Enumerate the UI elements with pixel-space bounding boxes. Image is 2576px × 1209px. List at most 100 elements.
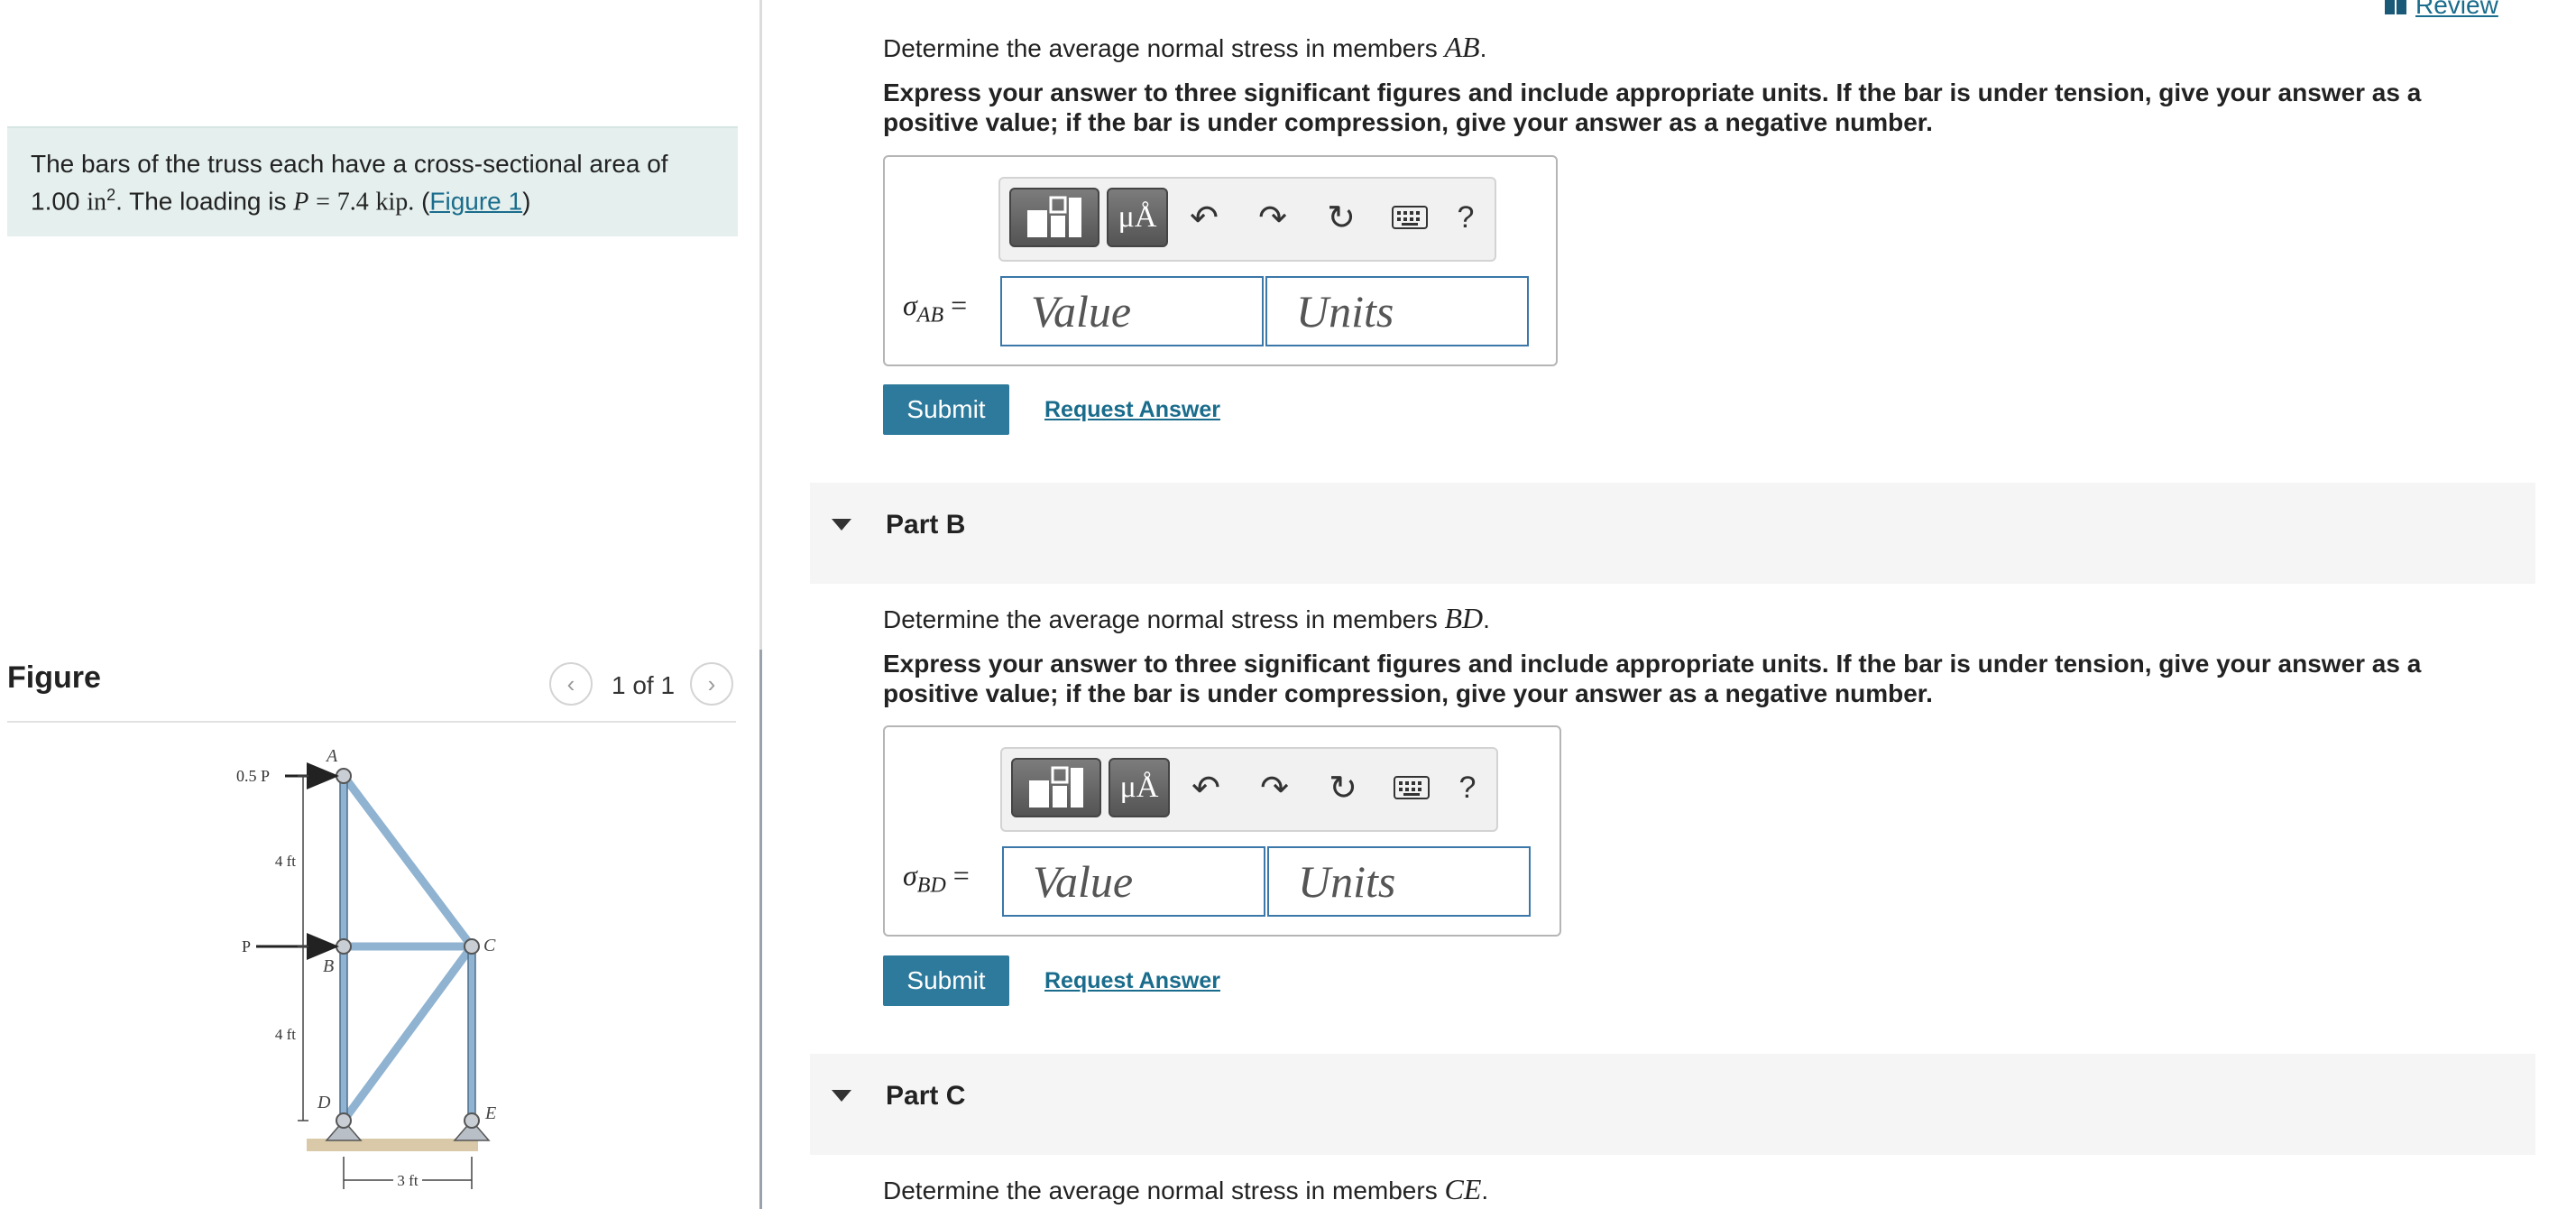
templates-button[interactable] <box>1011 758 1101 817</box>
part-a-instruction: Express your answer to three significant… <box>883 78 2422 136</box>
reset-icon: ↻ <box>1327 198 1356 237</box>
chevron-left-icon: ‹ <box>566 669 575 697</box>
prompt-text: Determine the average normal stress in m… <box>883 605 1438 633</box>
value-input[interactable] <box>1002 278 1262 345</box>
units-field[interactable] <box>1265 276 1529 346</box>
node-label-c: C <box>483 936 496 955</box>
previous-figure-button[interactable]: ‹ <box>549 662 593 706</box>
left-panel: The bars of the truss each have a cross-… <box>0 0 759 1209</box>
paren-open: ( <box>421 187 430 216</box>
sigma-subscript: BD <box>916 873 946 898</box>
redo-button[interactable]: ↷ <box>1251 758 1298 817</box>
node-label-e: E <box>484 1103 496 1123</box>
undo-button[interactable]: ↶ <box>1181 188 1228 247</box>
units-icon: μÅ <box>1119 771 1159 804</box>
caret-down-icon <box>832 1090 851 1102</box>
review-label: Review <box>2415 0 2498 19</box>
sigma-symbol: σ <box>903 859 917 891</box>
part-b-header[interactable]: Part B <box>810 483 2535 584</box>
mid-load-label: P <box>242 937 251 955</box>
reset-button[interactable]: ↻ <box>1320 758 1366 817</box>
units-field[interactable] <box>1267 846 1531 917</box>
load-equals: = <box>316 188 330 217</box>
redo-button[interactable]: ↷ <box>1249 188 1296 247</box>
review-link[interactable]: Review <box>2385 0 2498 20</box>
help-icon: ? <box>1458 770 1477 805</box>
part-b-request-answer-link[interactable]: Request Answer <box>1044 968 1220 994</box>
problem-text-loading: . The loading is <box>115 187 287 216</box>
truss-members <box>339 771 476 1125</box>
part-a-answer-box: μÅ ↶ ↷ ↻ ? σAB = <box>883 155 1558 366</box>
area-unit: in <box>87 188 107 217</box>
templates-icon <box>1029 766 1083 808</box>
node-label-b: B <box>323 956 334 976</box>
part-c-prompt: Determine the average normal stress in m… <box>883 1173 1489 1205</box>
node-label-a: A <box>325 746 338 766</box>
member-name: CE <box>1444 1173 1482 1205</box>
part-c-title: Part C <box>886 1081 966 1111</box>
keyboard-button[interactable] <box>1388 758 1435 817</box>
part-a-request-answer-link[interactable]: Request Answer <box>1044 397 1220 423</box>
part-a-submit-button[interactable]: Submit <box>883 384 1009 435</box>
dimension-lower-height: 4 ft <box>275 1026 296 1043</box>
templates-icon <box>1027 196 1081 237</box>
keyboard-button[interactable] <box>1386 188 1433 247</box>
sigma-ab-label: σAB = <box>903 289 967 328</box>
units-input[interactable] <box>1269 848 1529 915</box>
equals-sign: = <box>951 289 968 321</box>
figure-title: Figure <box>7 660 101 695</box>
prompt-text: Determine the average normal stress in m… <box>883 34 1438 62</box>
redo-icon: ↷ <box>1258 198 1287 237</box>
problem-statement: The bars of the truss each have a cross-… <box>7 126 738 236</box>
help-button[interactable]: ? <box>1442 188 1489 247</box>
templates-button[interactable] <box>1009 188 1099 247</box>
area-value: 1.00 <box>31 187 80 216</box>
chevron-right-icon: › <box>707 669 716 697</box>
value-field[interactable] <box>1002 846 1265 917</box>
paren-close: ) <box>522 187 531 216</box>
reset-icon: ↻ <box>1329 769 1357 808</box>
part-b-submit-button[interactable]: Submit <box>883 955 1009 1006</box>
math-toolbar: μÅ ↶ ↷ ↻ ? <box>998 177 1496 262</box>
undo-icon: ↶ <box>1190 198 1219 237</box>
math-toolbar: μÅ ↶ ↷ ↻ ? <box>1000 747 1498 832</box>
undo-button[interactable]: ↶ <box>1182 758 1229 817</box>
reset-button[interactable]: ↻ <box>1318 188 1365 247</box>
value-field[interactable] <box>1000 276 1264 346</box>
member-name: BD <box>1444 602 1484 634</box>
undo-icon: ↶ <box>1191 769 1220 808</box>
sigma-subscript: AB <box>916 303 944 328</box>
help-icon: ? <box>1457 199 1475 235</box>
figure-1-link[interactable]: Figure 1 <box>429 187 522 215</box>
keyboard-icon <box>1394 776 1430 799</box>
next-figure-button[interactable]: › <box>690 662 733 706</box>
help-button[interactable]: ? <box>1444 758 1491 817</box>
top-load-label: 0.5 P <box>236 767 270 785</box>
member-ac <box>339 771 476 951</box>
value-input[interactable] <box>1004 848 1264 915</box>
figure-divider <box>7 721 736 723</box>
figure-pager-count: 1 of 1 <box>612 671 676 699</box>
part-c-header[interactable]: Part C <box>810 1054 2535 1155</box>
part-b-title: Part B <box>886 510 966 540</box>
panel-divider-scroll[interactable] <box>759 650 762 1209</box>
book-icon <box>2385 0 2406 14</box>
load-symbol: P <box>293 188 309 217</box>
units-button[interactable]: μÅ <box>1107 188 1168 247</box>
units-input[interactable] <box>1267 278 1527 345</box>
part-b-answer-box: μÅ ↶ ↷ ↻ ? σBD = <box>883 725 1561 937</box>
member-name: AB <box>1444 31 1480 63</box>
truss-figure: 0.5 P P A B C D E 4 ft 4 ft 3 ft <box>236 746 496 1189</box>
dimension-upper-height: 4 ft <box>275 853 296 870</box>
node-label-d: D <box>317 1093 331 1112</box>
member-cd <box>339 942 476 1125</box>
load-unit: kip. <box>375 188 415 217</box>
part-b-instruction: Express your answer to three significant… <box>883 650 2422 707</box>
problem-text: The bars of the truss each have a cross-… <box>31 148 716 217</box>
prompt-text: Determine the average normal stress in m… <box>883 1177 1438 1204</box>
units-button[interactable]: μÅ <box>1109 758 1170 817</box>
sigma-symbol: σ <box>903 289 917 321</box>
part-a-prompt: Determine the average normal stress in m… <box>883 31 1487 63</box>
redo-icon: ↷ <box>1260 769 1289 808</box>
sigma-bd-label: σBD = <box>903 859 970 898</box>
